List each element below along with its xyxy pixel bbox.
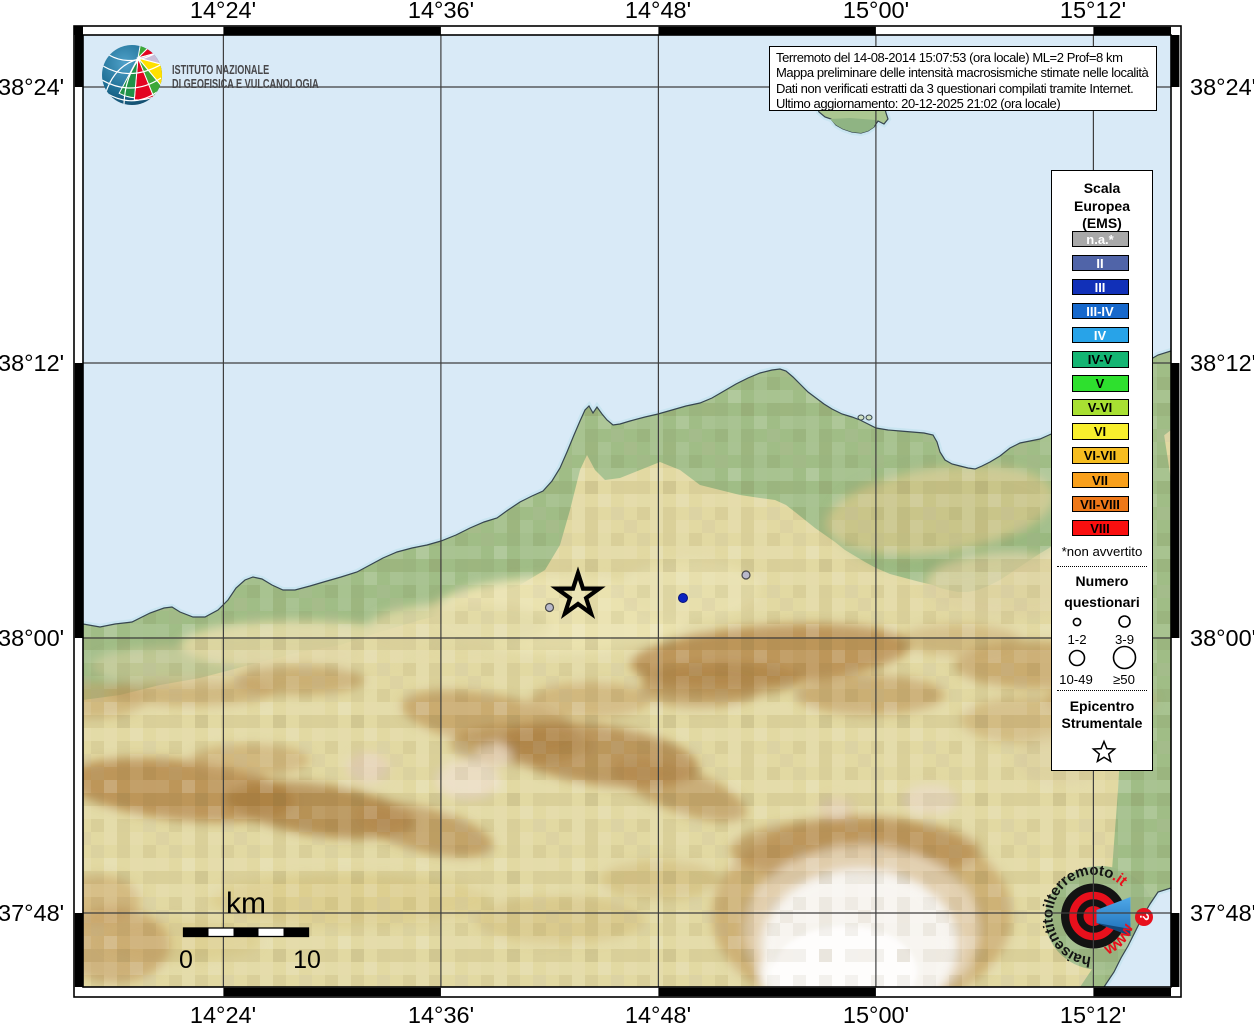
svg-text:1-2: 1-2 [1067, 632, 1086, 647]
svg-text:10: 10 [293, 946, 321, 974]
svg-text:10-49: 10-49 [1059, 672, 1093, 687]
svg-text:3-9: 3-9 [1115, 632, 1134, 647]
svg-text:km: km [226, 887, 266, 920]
svg-text:?: ? [1137, 913, 1152, 921]
svg-text:≥50: ≥50 [1113, 672, 1135, 687]
svg-text:0: 0 [179, 946, 193, 974]
